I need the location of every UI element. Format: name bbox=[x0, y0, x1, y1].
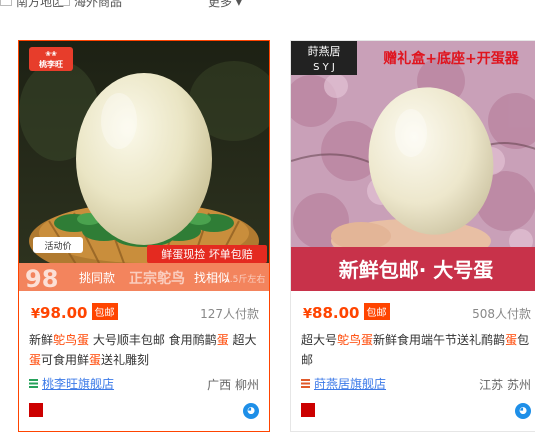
currency-symbol: ¥ bbox=[31, 307, 41, 322]
title-text: 送礼雕刻 bbox=[101, 353, 150, 367]
strip-main-text: 正宗鸵鸟 bbox=[129, 270, 185, 287]
title-text: 超大号 bbox=[301, 333, 338, 347]
product-card[interactable]: 莳燕居 S Y J 赠礼盒+底座+开蛋器 新鲜包邮· 大号蛋 ¥88.00 包邮 … bbox=[290, 40, 535, 432]
activity-price: 98 bbox=[25, 265, 58, 291]
title-text: 新鲜 bbox=[29, 333, 54, 347]
title-keyword: 蛋 bbox=[29, 353, 42, 367]
title-keyword: 蛋 bbox=[216, 333, 229, 347]
product-title[interactable]: 新鲜鸵鸟蛋 大号顺丰包邮 食用鸸鹋蛋 超大 蛋可食用鲜蛋送礼雕刻 bbox=[29, 330, 261, 370]
tmall-icon[interactable] bbox=[301, 403, 315, 417]
title-text: 鸸鹋 bbox=[192, 333, 217, 347]
more-filters-button[interactable]: 更多 ▾ bbox=[208, 0, 242, 10]
title-text: 包 bbox=[517, 333, 530, 347]
shop-name: 桃李旺旗舰店 bbox=[42, 377, 115, 391]
filter-label-1[interactable]: 南方地区 bbox=[16, 0, 64, 10]
title-keyword: 鸵鸟蛋 bbox=[337, 333, 374, 347]
title-keyword: 蛋 bbox=[505, 333, 518, 347]
shop-icon bbox=[301, 379, 310, 388]
shop-location: 江苏 苏州 bbox=[479, 378, 531, 392]
title-keyword: 鸵鸟蛋 bbox=[53, 333, 90, 347]
title-text: 鸸鹋 bbox=[481, 333, 506, 347]
shop-name: 莳燕居旗舰店 bbox=[314, 377, 387, 391]
shop-icon bbox=[29, 379, 38, 388]
title-text: 新鲜食用端午节送礼 bbox=[373, 333, 482, 347]
product-image[interactable]: ❀❀ 桃李旺 鲜蛋现捡 坏单包赔 活动价 98 挑同款 正宗鸵鸟 找相似 1.5… bbox=[19, 41, 269, 291]
title-text: 可食用鲜 bbox=[41, 353, 90, 367]
paid-count: 508人付款 bbox=[472, 307, 531, 321]
currency-symbol: ¥ bbox=[303, 307, 313, 322]
product-card[interactable]: ❀❀ 桃李旺 鲜蛋现捡 坏单包赔 活动价 98 挑同款 正宗鸵鸟 找相似 1.5… bbox=[18, 40, 270, 432]
svg-text:❀❀: ❀❀ bbox=[45, 50, 57, 58]
filter-checkbox-2[interactable] bbox=[58, 0, 70, 6]
product-title[interactable]: 超大号鸵鸟蛋新鲜食用端午节送礼鸸鹋蛋包邮 bbox=[301, 330, 533, 370]
shop-location: 广西 柳州 bbox=[207, 378, 259, 392]
price-value: 88.00 bbox=[312, 304, 360, 322]
gift-banner: 赠礼盒+底座+开蛋器 bbox=[383, 50, 519, 67]
product-image[interactable]: 莳燕居 S Y J 赠礼盒+底座+开蛋器 新鲜包邮· 大号蛋 bbox=[291, 41, 535, 291]
ostrich-egg-image: 莳燕居 S Y J 赠礼盒+底座+开蛋器 新鲜包邮· 大号蛋 bbox=[291, 41, 535, 291]
filter-label-2[interactable]: 海外商品 bbox=[74, 0, 122, 10]
price-value: 98.00 bbox=[40, 304, 88, 322]
paid-count: 127人付款 bbox=[200, 307, 259, 321]
find-same-button[interactable]: 挑同款 bbox=[79, 271, 115, 285]
promo-overlay-banner: 鲜蛋现捡 坏单包赔 bbox=[161, 247, 253, 261]
strip-weight-text: 1.5斤左右 bbox=[224, 273, 265, 285]
brand-sub: S Y J bbox=[313, 62, 335, 73]
brand-logo: 桃李旺 bbox=[39, 59, 63, 69]
shop-link[interactable]: 桃李旺旗舰店 bbox=[29, 375, 114, 392]
wangwang-chat-icon[interactable]: ◕ bbox=[515, 403, 531, 419]
title-text: 超大 bbox=[228, 333, 257, 347]
title-text: 大号顺丰包邮 食用 bbox=[89, 333, 193, 347]
shop-link[interactable]: 莳燕居旗舰店 bbox=[301, 375, 386, 392]
free-shipping-badge: 包邮 bbox=[91, 303, 118, 320]
tmall-icon[interactable] bbox=[29, 403, 43, 417]
brand-logo: 莳燕居 bbox=[308, 45, 341, 58]
title-keyword: 蛋 bbox=[89, 353, 102, 367]
activity-label: 活动价 bbox=[44, 240, 71, 252]
filter-bar: 南方地区 海外商品 更多 ▾ bbox=[0, 0, 535, 10]
filter-checkbox-1[interactable] bbox=[0, 0, 12, 6]
ostrich-egg-image: ❀❀ 桃李旺 鲜蛋现捡 坏单包赔 活动价 98 挑同款 正宗鸵鸟 找相似 1.5… bbox=[19, 41, 269, 291]
bottom-banner: 新鲜包邮· 大号蛋 bbox=[339, 258, 494, 282]
price: ¥98.00 包邮 bbox=[31, 303, 118, 322]
free-shipping-badge: 包邮 bbox=[363, 303, 390, 320]
wangwang-chat-icon[interactable]: ◕ bbox=[243, 403, 259, 419]
price: ¥88.00 包邮 bbox=[303, 303, 390, 322]
title-text: 邮 bbox=[301, 353, 314, 367]
